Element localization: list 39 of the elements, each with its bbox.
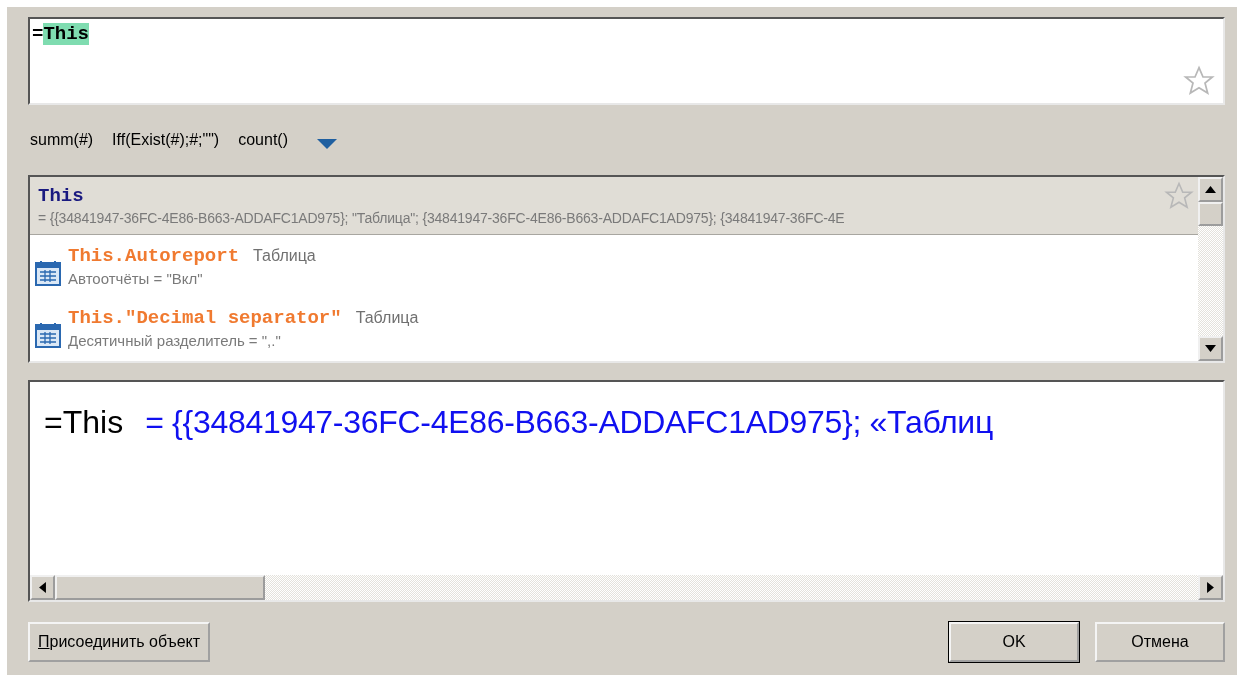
preview-result: = {{34841947-36FC-4E86-B663-ADDAFC1AD975}; «Таблиц <box>145 404 993 440</box>
field-value: Десятичный разделитель = ",." <box>68 332 282 349</box>
suggestion-item[interactable]: This."Decimal separator" Таблица Десятичный разделитель = ",." <box>30 297 1198 359</box>
field-type: Таблица <box>355 309 419 327</box>
quick-function-link[interactable]: count() <box>238 131 288 149</box>
field-value: Автоотчёты = "Вкл" <box>68 270 204 287</box>
preview-expression: =This <box>44 404 124 440</box>
suggestion-item[interactable]: This.Autoreport Таблица Автоотчёты = "Вкл" <box>30 235 1198 297</box>
vertical-scrollbar[interactable] <box>1198 177 1223 361</box>
field-type: Таблица <box>253 247 316 265</box>
down-arrow-icon <box>1205 345 1216 352</box>
field-name: This.Autoreport <box>68 245 240 267</box>
dropdown-caret-icon[interactable] <box>317 139 337 149</box>
attach-object-button[interactable]: Присоединить объект <box>28 622 211 662</box>
scrollbar-thumb[interactable] <box>55 575 265 600</box>
favorite-star-icon[interactable] <box>1183 65 1215 97</box>
horizontal-scrollbar[interactable] <box>30 575 1223 600</box>
suggestion-item[interactable]: This = {{34841947-36FC-4E86-B663-ADDAFC1AD975}; "Таблица"; {34841947-36FC-4E86-B663-ADDAFC1AD975}; {34841947-36FC-4E <box>30 177 1198 235</box>
quick-function-link[interactable]: Iff(Exist(#);#;"") <box>112 131 220 149</box>
highlighted-token: This <box>43 23 89 45</box>
up-arrow-icon <box>1205 186 1216 193</box>
field-name: This."Decimal separator" <box>68 307 342 329</box>
favorite-star-icon[interactable] <box>1164 181 1194 211</box>
scroll-down-button[interactable] <box>1198 336 1223 361</box>
ok-button[interactable]: OK <box>949 622 1079 662</box>
scroll-left-button[interactable] <box>30 575 55 600</box>
quick-function-link[interactable]: summ(#) <box>30 131 94 149</box>
formula-input-field[interactable]: =This <box>28 17 1225 105</box>
table-icon <box>34 321 62 349</box>
cancel-button[interactable]: Отмена <box>1095 622 1225 662</box>
field-name: This <box>38 185 84 207</box>
table-icon <box>34 259 62 287</box>
formula-prefix: = <box>32 23 44 45</box>
field-value: = {{34841947-36FC-4E86-B663-ADDAFC1AD975}; "Таблица"; {34841947-36FC-4E86-B663-ADDAFC1AD975}; {34841947-36FC-4E <box>38 210 845 226</box>
scroll-up-button[interactable] <box>1198 177 1223 202</box>
scroll-right-button[interactable] <box>1198 575 1223 600</box>
left-arrow-icon <box>39 582 46 593</box>
right-arrow-icon <box>1207 582 1214 593</box>
scrollbar-thumb[interactable] <box>1198 202 1223 226</box>
